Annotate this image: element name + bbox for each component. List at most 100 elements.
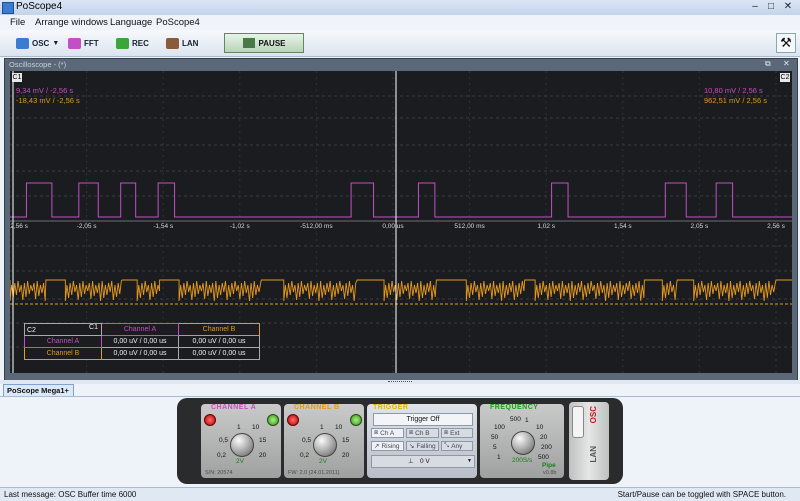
rec-button[interactable]: REC xyxy=(116,34,149,52)
ch-a-tick: 20 xyxy=(259,452,267,459)
time-tick-label: -512,00 ms xyxy=(300,223,333,230)
lan-button[interactable]: LAN xyxy=(166,34,198,52)
ch-b-tick: 0,2 xyxy=(300,452,310,459)
ch-b-tick: 0,5 xyxy=(302,437,312,444)
lan-icon xyxy=(166,37,179,49)
freq-tick: 500 xyxy=(510,416,521,423)
menu-arrange-windows[interactable]: Arrange windows xyxy=(35,17,108,28)
trigger-falling-button[interactable]: ↘ Falling xyxy=(406,441,439,451)
ch-a-tick: 15 xyxy=(259,437,267,444)
time-tick-label: 1,54 s xyxy=(613,223,632,230)
device-panel: CHANNEL A 1 10 0,5 15 0,2 20 2V S/N: 205… xyxy=(177,398,623,484)
fft-button[interactable]: FFT xyxy=(68,34,99,52)
channel-b-plate: CHANNEL B 1 10 0,5 15 0,2 20 2V FW: 2.0 … xyxy=(284,404,364,478)
freq-tick: 200 xyxy=(541,444,552,451)
trigger-level-field[interactable]: ⊥ 0 V ▼ xyxy=(371,455,475,468)
channel-a-volts-value: 2V xyxy=(236,458,244,465)
time-tick-label: -2,05 s xyxy=(76,223,97,230)
freq-tick: 50 xyxy=(491,434,499,441)
trigger-ch-a-button[interactable]: ⧈ Ch A xyxy=(371,428,404,438)
time-tick-label: -1,54 s xyxy=(153,223,174,230)
channel-a-trace xyxy=(10,182,792,218)
switch-lan-label: LAN xyxy=(589,446,598,463)
channel-a-volts-knob[interactable] xyxy=(230,433,254,457)
serial-number: S/N: 20574 xyxy=(205,470,233,476)
trigger-label: TRIGGER xyxy=(373,404,409,411)
freq-tick: 20 xyxy=(540,434,548,441)
frequency-label: FREQUENCY xyxy=(490,404,539,411)
dropdown-arrow-icon[interactable]: ▼ xyxy=(52,40,59,47)
trigger-level-value: 0 V xyxy=(420,458,430,465)
panel-version: v0.8b xyxy=(543,470,557,476)
status-hint: Start/Pause can be toggled with SPACE bu… xyxy=(617,490,786,499)
time-tick-label: 2,56 s xyxy=(767,223,785,230)
trigger-plate: TRIGGER Trigger Off ⧈ Ch A ⧈ Ch B ⧈ Ext ↗ Ri… xyxy=(367,404,477,478)
channel-a-ac-dc-button[interactable] xyxy=(267,414,279,426)
frequency-plate: FREQUENCY 500 1 100 10 50 20 5 200 1 500… xyxy=(480,404,564,478)
dropdown-arrow-icon: ▼ xyxy=(467,458,472,464)
any-edge-icon: ⤡ xyxy=(444,442,450,449)
channel-b-label: CHANNEL B xyxy=(294,404,340,411)
trigger-ch-b-label: Ch B xyxy=(415,429,430,437)
trigger-ch-a-label: Ch A xyxy=(380,429,395,437)
channel-b-power-button[interactable] xyxy=(287,414,299,426)
osc-icon xyxy=(16,37,29,49)
restore-icon[interactable]: ⧉ xyxy=(765,59,771,69)
table-corner: C1 C2 xyxy=(24,323,102,336)
fft-label: FFT xyxy=(84,38,99,48)
frequency-knob[interactable] xyxy=(511,431,535,455)
ch-a-tick: 0,5 xyxy=(219,437,229,444)
freq-tick: 500 xyxy=(538,454,549,461)
freq-tick: 10 xyxy=(536,424,544,431)
time-tick-label: -1,02 s xyxy=(229,223,250,230)
rising-edge-icon: ↗ xyxy=(374,443,380,450)
c2-cursor-label[interactable]: C2 xyxy=(780,73,790,82)
c1-cursor-label[interactable]: C1 xyxy=(12,73,22,82)
status-message: Last message: OSC Buffer time 6000 xyxy=(4,490,137,499)
rec-label: REC xyxy=(132,38,149,48)
trigger-ext-button[interactable]: ⧈ Ext xyxy=(441,428,473,438)
channel-b-trace xyxy=(10,279,792,302)
splitter-handle[interactable] xyxy=(0,380,800,384)
trigger-rising-button[interactable]: ↗ Rising xyxy=(371,441,404,451)
channel-b-volts-knob[interactable] xyxy=(313,433,337,457)
channel-icon: ⧈ xyxy=(374,429,379,436)
osc-label: OSC xyxy=(32,38,50,48)
toolbar: OSC ▼ FFT REC LAN xyxy=(0,30,800,57)
close-window-icon[interactable]: ✕ xyxy=(783,59,790,68)
pause-button[interactable]: PAUSE xyxy=(224,33,304,53)
mode-switch[interactable]: OSC LAN xyxy=(569,402,609,480)
freq-tick: 100 xyxy=(494,424,505,431)
cursor2-readout-b: 962,51 mV / 2,56 s xyxy=(704,96,767,105)
ch-b-tick: 20 xyxy=(342,452,350,459)
channel-a-label: CHANNEL A xyxy=(211,404,257,411)
lan-label: LAN xyxy=(182,38,199,48)
osc-button[interactable]: OSC ▼ xyxy=(16,34,59,52)
channel-b-volts-value: 2V xyxy=(319,458,327,465)
switch-handle[interactable] xyxy=(572,406,584,438)
measurement-table: C1 C2 Channel A Channel B Channel A 0,00… xyxy=(24,323,260,360)
freq-tick: 5 xyxy=(493,444,497,451)
close-icon[interactable]: ✕ xyxy=(781,1,795,13)
firmware-version: FW: 2.0 (24.01.2011) xyxy=(288,470,340,476)
cursor1-readout-b: -18,43 mV / -2,56 s xyxy=(16,96,80,105)
pause-icon xyxy=(242,38,255,48)
menu-file[interactable]: File xyxy=(10,17,25,28)
ch-b-tick: 10 xyxy=(335,424,343,431)
freq-tick: 1 xyxy=(497,454,501,461)
trigger-mode-button[interactable]: Trigger Off xyxy=(373,413,473,426)
minimize-icon[interactable]: – xyxy=(748,1,762,13)
frequency-value: 200S/s xyxy=(512,457,533,464)
channel-a-power-button[interactable] xyxy=(204,414,216,426)
wrench-icon[interactable]: ⚒ xyxy=(776,33,796,53)
maximize-icon[interactable]: □ xyxy=(764,1,778,13)
menu-language[interactable]: Language xyxy=(110,17,152,28)
menu-bar: File Arrange windows Language PoScope4 xyxy=(0,15,800,31)
trigger-ext-label: Ext xyxy=(450,429,460,437)
time-tick-label: 512,00 ms xyxy=(454,223,485,230)
menu-poscope4[interactable]: PoScope4 xyxy=(156,17,200,28)
channel-b-ac-dc-button[interactable] xyxy=(350,414,362,426)
ch-b-tick: 15 xyxy=(342,437,350,444)
trigger-any-button[interactable]: ⤡ Any xyxy=(441,441,473,451)
trigger-ch-b-button[interactable]: ⧈ Ch B xyxy=(406,428,439,438)
